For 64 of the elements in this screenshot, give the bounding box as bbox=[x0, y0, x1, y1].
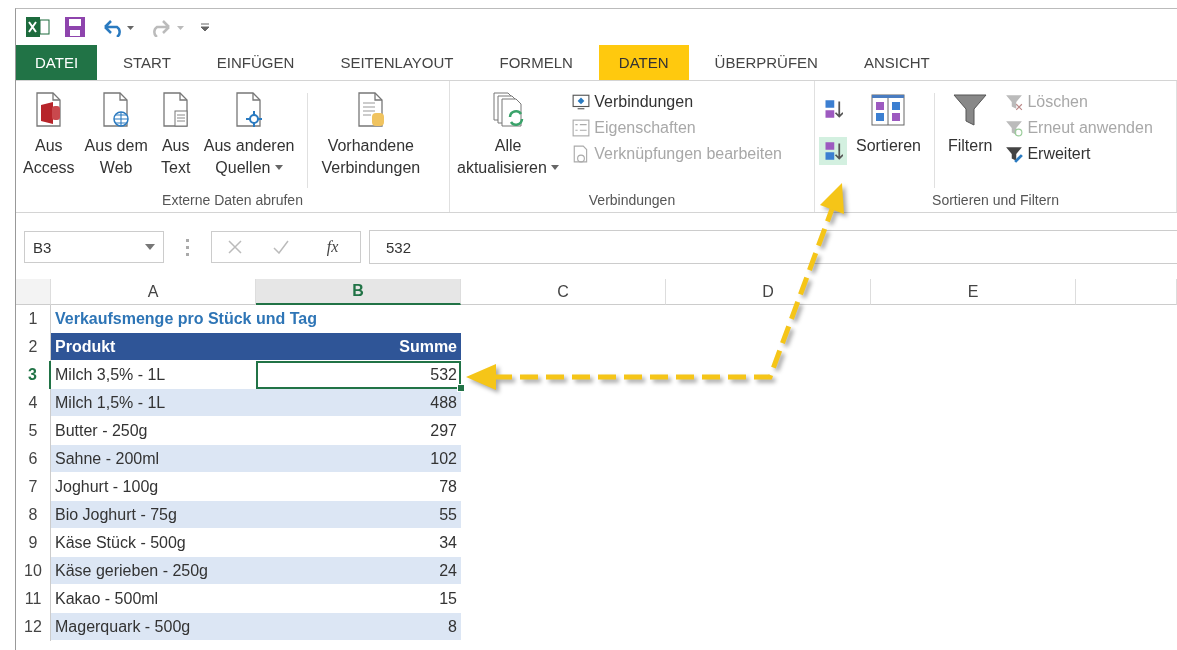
ribbon-button[interactable]: Aus Text bbox=[154, 87, 197, 192]
ribbon-button[interactable]: Vorhandene Verbindungen bbox=[318, 87, 424, 192]
table-cell[interactable]: 102 bbox=[256, 445, 461, 473]
column-header[interactable]: D bbox=[666, 279, 871, 305]
table-cell: Käse gerieben - 250g bbox=[51, 557, 256, 585]
ribbon-tab[interactable]: START bbox=[103, 45, 191, 80]
table-cell: Magerquark - 500g bbox=[51, 613, 256, 641]
name-box[interactable]: B3 bbox=[24, 231, 164, 263]
table-cell[interactable]: 532 bbox=[256, 361, 461, 389]
ribbon-button[interactable]: Sortieren bbox=[853, 87, 924, 192]
column-header[interactable]: E bbox=[871, 279, 1076, 305]
ribbon-button[interactable]: Verbindungen bbox=[570, 91, 784, 113]
table-cell[interactable]: 55 bbox=[256, 501, 461, 529]
table-cell: Sahne - 200ml bbox=[51, 445, 256, 473]
ribbon-button[interactable]: Aus dem Web bbox=[81, 87, 151, 192]
group-label: Sortieren und Filtern bbox=[931, 192, 1060, 208]
ribbon-button[interactable]: Filtern bbox=[944, 87, 996, 192]
column-header[interactable]: A bbox=[51, 279, 256, 305]
grip-icon bbox=[186, 238, 189, 256]
excel-logo-icon[interactable] bbox=[26, 16, 50, 38]
funnel-pen-icon bbox=[1005, 145, 1024, 163]
dropdown-caret-icon[interactable] bbox=[551, 165, 560, 171]
group-label: Externe Daten abrufen bbox=[161, 192, 304, 208]
table-cell: Bio Joghurt - 75g bbox=[51, 501, 256, 529]
row-header[interactable]: 5 bbox=[16, 417, 51, 445]
column-header[interactable]: B bbox=[256, 279, 461, 305]
table-cell[interactable]: 24 bbox=[256, 557, 461, 585]
sort-grid-icon bbox=[870, 91, 907, 129]
group-label: Verbindungen bbox=[587, 192, 677, 208]
ribbon-tab[interactable]: DATEN bbox=[598, 45, 689, 80]
ribbon-tab[interactable]: FORMELN bbox=[479, 45, 593, 80]
row-header[interactable]: 9 bbox=[16, 529, 51, 557]
column-heading: Summe bbox=[256, 333, 461, 361]
list-icon bbox=[572, 119, 591, 137]
ribbon-tab[interactable]: ANSICHT bbox=[843, 45, 950, 80]
funnel-icon bbox=[952, 91, 989, 129]
row-header[interactable]: 11 bbox=[16, 585, 51, 613]
ribbon-tab[interactable]: SEITENLAYOUT bbox=[320, 45, 474, 80]
ribbon-button[interactable]: Aus Access bbox=[20, 87, 78, 192]
monitor-icon bbox=[572, 93, 591, 111]
ribbon-tab[interactable]: ÜBERPRÜFEN bbox=[694, 45, 838, 80]
save-icon[interactable] bbox=[64, 16, 86, 38]
ribbon-tab[interactable]: EINFÜGEN bbox=[196, 45, 315, 80]
column-heading: Produkt bbox=[51, 333, 256, 361]
dropdown-caret-icon[interactable] bbox=[274, 165, 283, 171]
ribbon-tab[interactable]: DATEI bbox=[16, 45, 98, 80]
funnel-cross-icon bbox=[1005, 93, 1024, 111]
table-cell[interactable]: 488 bbox=[256, 389, 461, 417]
sort-descending-button[interactable] bbox=[819, 137, 847, 165]
table-cell: Milch 1,5% - 1L bbox=[51, 389, 256, 417]
ribbon-button[interactable]: Aus anderen Quellen bbox=[200, 87, 298, 192]
insert-function-button[interactable]: fx bbox=[320, 237, 345, 257]
customize-toolbar-icon[interactable] bbox=[200, 21, 210, 33]
formula-field[interactable]: 532 bbox=[369, 230, 1177, 264]
row-header[interactable]: 1 bbox=[16, 305, 51, 333]
ribbon-button[interactable]: Alle aktualisieren bbox=[454, 87, 563, 192]
row-header[interactable]: 7 bbox=[16, 473, 51, 501]
ribbon-button[interactable]: Erweitert bbox=[1003, 143, 1155, 165]
check-icon[interactable] bbox=[273, 240, 290, 254]
table-cell[interactable]: 8 bbox=[256, 613, 461, 641]
caret-icon[interactable] bbox=[145, 244, 155, 250]
column-header[interactable]: C bbox=[461, 279, 666, 305]
funnel-refresh-icon bbox=[1005, 119, 1024, 137]
row-header[interactable]: 3 bbox=[16, 361, 51, 389]
